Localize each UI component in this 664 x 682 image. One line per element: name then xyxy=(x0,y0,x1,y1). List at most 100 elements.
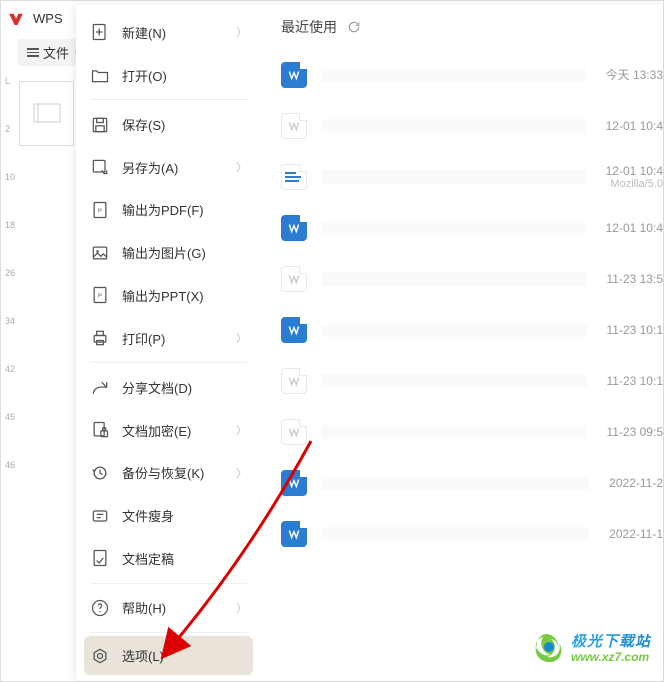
menu-separator xyxy=(90,632,247,633)
chevron-right-icon: 〉 xyxy=(236,600,247,616)
word-file-icon xyxy=(281,521,307,547)
file-menu-panel: 新建(N)〉打开(O)保存(S)另存为(A)〉P输出为PDF(F)输出为图片(G… xyxy=(76,5,663,681)
recent-file-row[interactable]: 2022-11-2 xyxy=(261,457,663,508)
encrypt-icon xyxy=(90,420,110,440)
watermark-url: www.xz7.com xyxy=(571,651,651,664)
file-name-placeholder xyxy=(321,527,589,541)
menu-item-label: 新建(N) xyxy=(122,23,236,42)
file-date: 2022-11-2 xyxy=(609,476,663,490)
svg-text:P: P xyxy=(98,294,102,300)
word-file-icon xyxy=(281,113,307,139)
shrink-icon xyxy=(90,506,110,526)
menu-item-label: 输出为PPT(X) xyxy=(122,286,247,305)
file-date: 2022-11-1 xyxy=(609,527,663,541)
menu-item-save[interactable]: 保存(S) xyxy=(76,103,261,146)
new-icon xyxy=(90,22,110,42)
menu-item-label: 备份与恢复(K) xyxy=(122,463,236,482)
menu-separator xyxy=(90,99,247,100)
file-date: 12-01 10:4 xyxy=(606,221,663,235)
recent-file-row[interactable]: 11-23 09:5 xyxy=(261,406,663,457)
menu-separator xyxy=(90,362,247,363)
menu-item-label: 帮助(H) xyxy=(122,598,236,617)
file-date: 11-23 10:1 xyxy=(607,323,664,337)
file-name-placeholder xyxy=(321,68,586,82)
chevron-right-icon: 〉 xyxy=(236,422,247,438)
file-name-placeholder xyxy=(321,425,587,439)
file-date: 12-01 10:4Mozilla/5.0 xyxy=(606,164,663,190)
file-date: 11-23 09:5 xyxy=(607,425,664,439)
menu-item-pdf[interactable]: P 输出为PDF(F) xyxy=(76,189,261,232)
menu-item-label: 选项(L) xyxy=(122,646,247,665)
menu-item-saveas[interactable]: 另存为(A)〉 xyxy=(76,146,261,189)
menu-item-help[interactable]: 帮助(H)〉 xyxy=(76,587,261,630)
finalize-icon xyxy=(90,548,110,568)
menu-item-finalize[interactable]: 文档定稿 xyxy=(76,537,261,580)
menu-item-backup[interactable]: 备份与恢复(K)〉 xyxy=(76,452,261,495)
menu-item-new[interactable]: 新建(N)〉 xyxy=(76,11,261,54)
menu-item-open[interactable]: 打开(O) xyxy=(76,54,261,97)
chevron-right-icon: 〉 xyxy=(236,159,247,175)
file-name-placeholder xyxy=(321,323,587,337)
menu-item-print[interactable]: 打印(P)〉 xyxy=(76,317,261,360)
options-icon xyxy=(90,646,110,666)
saveas-icon xyxy=(90,157,110,177)
menu-separator xyxy=(90,583,247,584)
chevron-right-icon: 〉 xyxy=(236,24,247,40)
recent-file-row[interactable]: 12-01 10:4 xyxy=(261,100,663,151)
word-file-icon xyxy=(281,470,307,496)
recent-file-row[interactable]: 今天 13:33 xyxy=(261,49,663,100)
menu-item-label: 文档加密(E) xyxy=(122,421,236,440)
menu-item-label: 输出为图片(G) xyxy=(122,243,247,262)
file-button-label: 文件 xyxy=(43,43,69,62)
recent-panel: 最近使用 今天 13:33 12-01 10:4 12-01 10:4Mozilla… xyxy=(261,5,663,681)
file-date: 11-23 10:1 xyxy=(607,374,664,388)
file-name-placeholder xyxy=(321,119,586,133)
menu-item-encrypt[interactable]: 文档加密(E)〉 xyxy=(76,409,261,452)
page-icon xyxy=(32,102,62,126)
print-icon xyxy=(90,328,110,348)
share-icon xyxy=(90,378,110,398)
file-date: 12-01 10:4 xyxy=(606,119,663,133)
recent-file-row[interactable]: 11-23 13:5 xyxy=(261,253,663,304)
hamburger-icon xyxy=(27,48,39,57)
watermark: 极光下载站 www.xz7.com xyxy=(529,631,651,667)
html-file-icon xyxy=(281,164,307,190)
ppt-icon: P xyxy=(90,285,110,305)
document-thumbnail[interactable] xyxy=(19,81,74,146)
menu-item-label: 分享文档(D) xyxy=(122,378,247,397)
menu-item-label: 另存为(A) xyxy=(122,158,236,177)
menu-list: 新建(N)〉打开(O)保存(S)另存为(A)〉P输出为PDF(F)输出为图片(G… xyxy=(76,5,261,681)
recent-file-list: 今天 13:33 12-01 10:4 12-01 10:4Mozilla/5.0 1… xyxy=(261,49,663,559)
menu-item-label: 打印(P) xyxy=(122,329,236,348)
file-name-placeholder xyxy=(321,272,587,286)
menu-item-share[interactable]: 分享文档(D) xyxy=(76,366,261,409)
word-file-icon xyxy=(281,317,307,343)
menu-item-options[interactable]: 选项(L) xyxy=(84,636,253,675)
recent-file-row[interactable]: 11-23 10:1 xyxy=(261,304,663,355)
menu-item-label: 文件瘦身 xyxy=(122,506,247,525)
word-file-icon xyxy=(281,215,307,241)
recent-file-row[interactable]: 11-23 10:1 xyxy=(261,355,663,406)
menu-item-ppt[interactable]: P 输出为PPT(X) xyxy=(76,274,261,317)
svg-text:P: P xyxy=(98,208,102,214)
image-icon xyxy=(90,243,110,263)
recent-file-row[interactable]: 2022-11-1 xyxy=(261,508,663,559)
ruler: L 2 10 18 26 34 42 45 46 xyxy=(1,76,19,676)
menu-item-label: 输出为PDF(F) xyxy=(122,200,247,219)
backup-icon xyxy=(90,463,110,483)
word-file-icon xyxy=(281,62,307,88)
wps-logo-icon xyxy=(7,10,25,28)
help-icon xyxy=(90,598,110,618)
recent-file-row[interactable]: 12-01 10:4 xyxy=(261,202,663,253)
recent-file-row[interactable]: 12-01 10:4Mozilla/5.0 xyxy=(261,151,663,202)
pdf-icon: P xyxy=(90,200,110,220)
refresh-icon[interactable] xyxy=(347,20,361,34)
recent-header: 最近使用 xyxy=(261,13,663,49)
menu-item-shrink[interactable]: 文件瘦身 xyxy=(76,494,261,537)
watermark-logo-icon xyxy=(529,631,565,667)
menu-item-image[interactable]: 输出为图片(G) xyxy=(76,231,261,274)
menu-item-label: 打开(O) xyxy=(122,66,247,85)
file-name-placeholder xyxy=(321,170,586,184)
recent-title: 最近使用 xyxy=(281,17,337,37)
watermark-title: 极光下载站 xyxy=(571,634,651,651)
